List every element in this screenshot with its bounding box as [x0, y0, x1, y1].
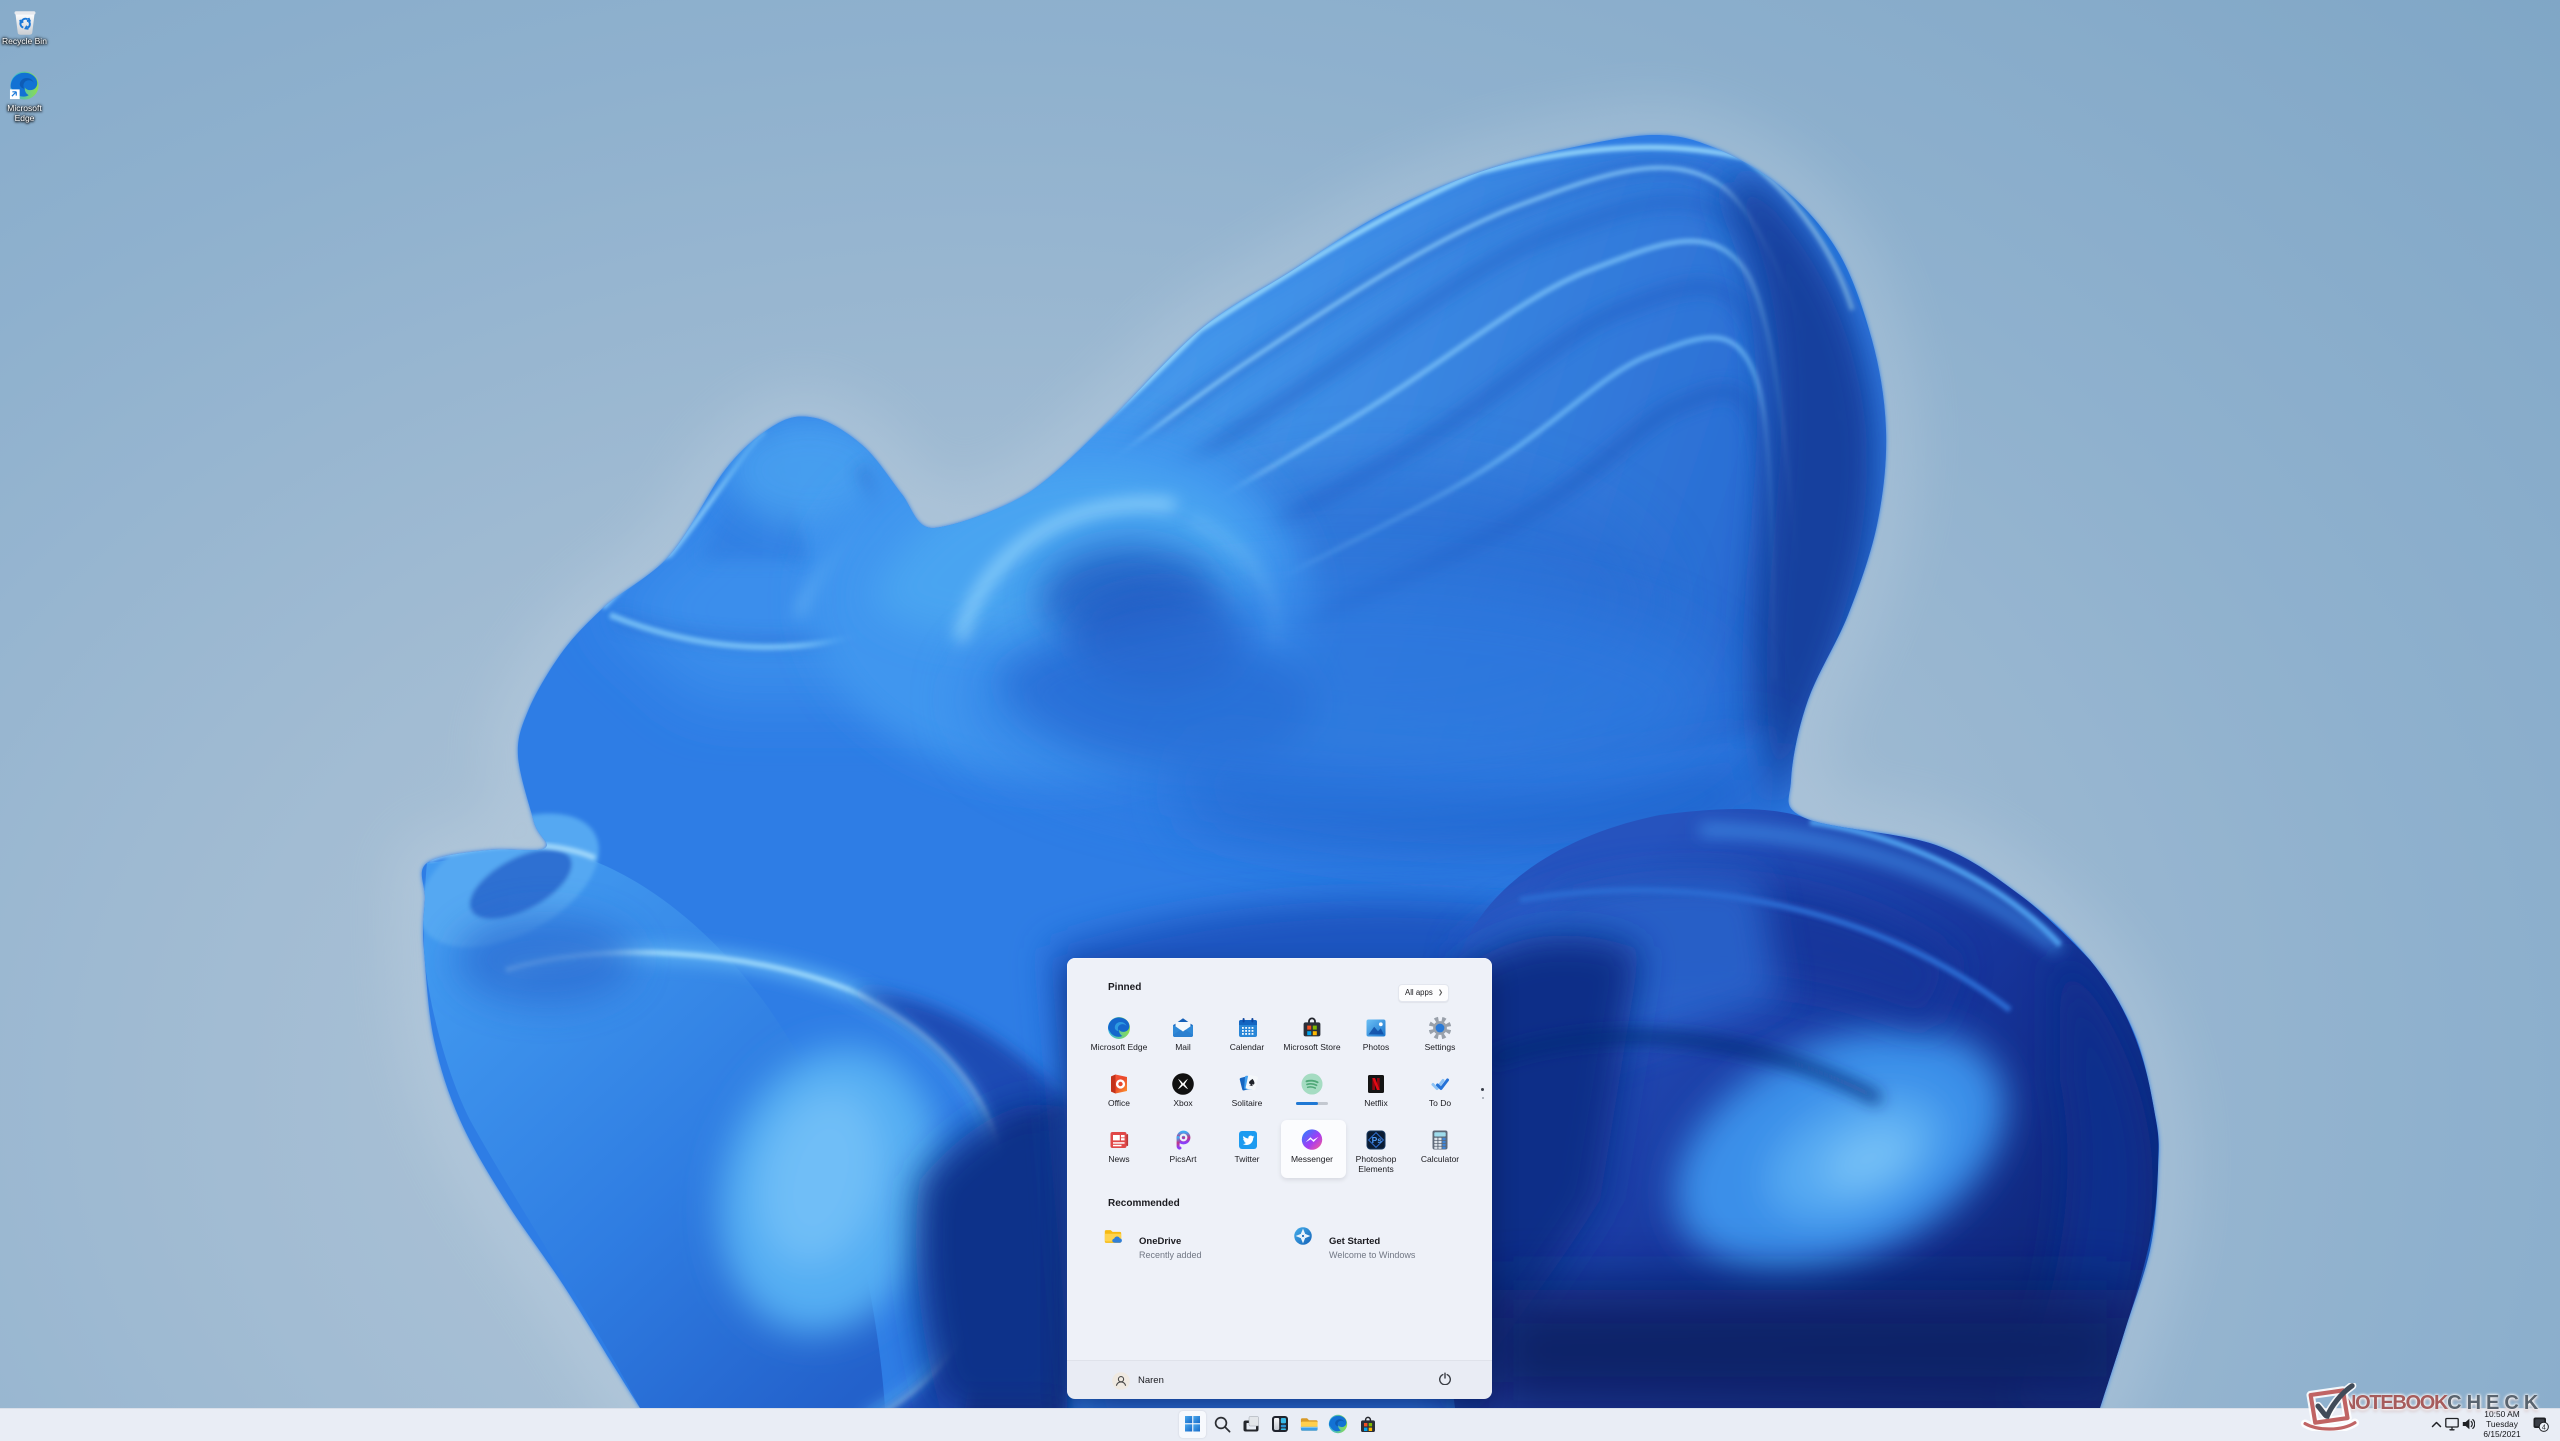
svg-text:4: 4: [2541, 1424, 2545, 1431]
svg-text:Ps: Ps: [1371, 1135, 1382, 1145]
